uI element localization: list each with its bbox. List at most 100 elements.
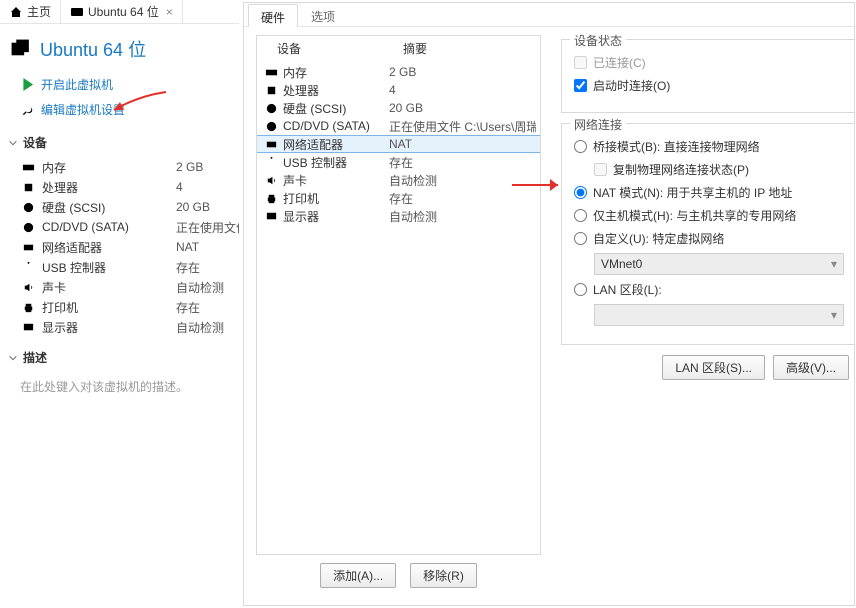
device-row[interactable]: CD/DVD (SATA) 正在使用文件 [0, 217, 239, 237]
bridged-radio[interactable] [574, 140, 587, 153]
advanced-button[interactable]: 高级(V)... [773, 355, 849, 380]
caret-down-icon [8, 353, 18, 363]
add-button[interactable]: 添加(A)... [320, 563, 396, 588]
custom-vmnet-combo: VMnet0 [594, 253, 844, 275]
hardware-row[interactable]: USB 控制器 存在 [257, 153, 540, 171]
hardware-summary: 4 [389, 83, 536, 97]
hardware-row[interactable]: CD/DVD (SATA) 正在使用文件 C:\Users\周瑞 [257, 117, 540, 135]
device-row[interactable]: 打印机 存在 [0, 297, 239, 317]
replicate-label: 复制物理网络连接状态(P) [613, 161, 749, 178]
right-buttons: LAN 区段(S)... 高级(V)... [561, 355, 855, 380]
mem-icon [265, 66, 278, 79]
dialog-tabs: 硬件 选项 [244, 3, 854, 27]
network-legend: 网络连接 [570, 116, 626, 133]
usb-icon [265, 156, 278, 169]
device-row[interactable]: 显示器 自动检测 [0, 317, 239, 337]
hardware-summary: 自动检测 [389, 172, 536, 189]
col-device: 设备 [277, 40, 403, 57]
device-row[interactable]: 声卡 自动检测 [0, 277, 239, 297]
hardware-name: 处理器 [279, 82, 389, 99]
hardware-name: 声卡 [279, 172, 389, 189]
hardware-panel: 设备 摘要 内存 2 GB 处理器 4 硬盘 (SCSI) 20 GB CD/D… [244, 27, 549, 569]
device-value: 正在使用文件 [176, 219, 239, 236]
bridged-row[interactable]: 桥接模式(B): 直接连接物理网络 [574, 138, 844, 155]
vm-settings-dialog: 硬件 选项 设备 摘要 内存 2 GB 处理器 4 硬盘 (SCSI) 20 G… [243, 2, 855, 606]
hardware-list-header: 设备 摘要 [257, 36, 540, 63]
device-status-legend: 设备状态 [570, 32, 626, 49]
hardware-row[interactable]: 内存 2 GB [257, 63, 540, 81]
vm-title: Ubuntu 64 位 [0, 24, 239, 72]
device-row[interactable]: USB 控制器 存在 [0, 257, 239, 277]
vm-icon [70, 5, 83, 18]
home-icon [9, 5, 22, 18]
net-icon [265, 138, 278, 151]
section-description[interactable]: 描述 [0, 337, 239, 372]
hardware-buttons: 添加(A)... 移除(R) [256, 563, 541, 588]
lan-segments-button[interactable]: LAN 区段(S)... [662, 355, 765, 380]
device-value: 20 GB [176, 200, 239, 214]
device-value: 自动检测 [176, 319, 239, 336]
lan-radio[interactable] [574, 283, 587, 296]
caret-down-icon [8, 138, 18, 148]
custom-radio[interactable] [574, 232, 587, 245]
remove-button[interactable]: 移除(R) [410, 563, 477, 588]
lan-combo-row [594, 304, 844, 326]
hardware-row[interactable]: 声卡 自动检测 [257, 171, 540, 189]
hardware-row[interactable]: 显示器 自动检测 [257, 207, 540, 225]
power-on-link[interactable]: 开启此虚拟机 [0, 72, 239, 97]
connected-row[interactable]: 已连接(C) [574, 54, 844, 71]
replicate-checkbox [594, 163, 607, 176]
nat-label: NAT 模式(N): 用于共享主机的 IP 地址 [593, 184, 792, 201]
hardware-name: 打印机 [279, 190, 389, 207]
hardware-summary: NAT [389, 137, 536, 151]
tab-vm[interactable]: Ubuntu 64 位 × [61, 0, 183, 24]
lan-segment-combo [594, 304, 844, 326]
tab-hardware[interactable]: 硬件 [248, 4, 298, 27]
cpu-icon [22, 181, 35, 194]
hostonly-row[interactable]: 仅主机模式(H): 与主机共享的专用网络 [574, 207, 844, 224]
connected-label: 已连接(C) [593, 54, 646, 71]
close-icon[interactable]: × [166, 5, 173, 19]
device-value: 存在 [176, 259, 239, 276]
hardware-name: 网络适配器 [279, 136, 389, 153]
device-properties: 设备状态 已连接(C) 启动时连接(O) 网络连接 桥接模式(B): 直接连接物… [549, 27, 856, 569]
description-placeholder[interactable]: 在此处键入对该虚拟机的描述。 [0, 372, 239, 395]
device-name: 硬盘 (SCSI) [36, 199, 176, 216]
device-value: NAT [176, 240, 239, 254]
hardware-row[interactable]: 处理器 4 [257, 81, 540, 99]
connect-poweron-checkbox[interactable] [574, 79, 587, 92]
hostonly-label: 仅主机模式(H): 与主机共享的专用网络 [593, 207, 796, 224]
hardware-name: CD/DVD (SATA) [279, 119, 389, 133]
vm-tabstrip: 主页 Ubuntu 64 位 × [0, 0, 239, 24]
device-row[interactable]: 内存 2 GB [0, 157, 239, 177]
custom-row[interactable]: 自定义(U): 特定虚拟网络 [574, 230, 844, 247]
nat-radio[interactable] [574, 186, 587, 199]
usb-icon [22, 261, 35, 274]
wrench-icon [22, 103, 35, 116]
hardware-summary: 自动检测 [389, 208, 536, 225]
play-icon [22, 78, 35, 91]
section-devices[interactable]: 设备 [0, 122, 239, 157]
connect-poweron-row[interactable]: 启动时连接(O) [574, 77, 844, 94]
nat-row[interactable]: NAT 模式(N): 用于共享主机的 IP 地址 [574, 184, 844, 201]
section-devices-label: 设备 [23, 134, 47, 151]
hardware-row[interactable]: 硬盘 (SCSI) 20 GB [257, 99, 540, 117]
net-icon [22, 241, 35, 254]
device-name: USB 控制器 [36, 259, 176, 276]
hardware-row[interactable]: 打印机 存在 [257, 189, 540, 207]
tab-home[interactable]: 主页 [0, 0, 61, 24]
device-row[interactable]: 硬盘 (SCSI) 20 GB [0, 197, 239, 217]
hardware-row[interactable]: 网络适配器 NAT [257, 135, 540, 153]
network-connection-group: 网络连接 桥接模式(B): 直接连接物理网络 复制物理网络连接状态(P) NAT… [561, 123, 855, 345]
tab-options[interactable]: 选项 [298, 3, 348, 26]
hostonly-radio[interactable] [574, 209, 587, 222]
device-name: CD/DVD (SATA) [36, 220, 176, 234]
device-row[interactable]: 网络适配器 NAT [0, 237, 239, 257]
edit-settings-link[interactable]: 编辑虚拟机设置 [0, 97, 239, 122]
replicate-row: 复制物理网络连接状态(P) [594, 161, 844, 178]
tab-vm-label: Ubuntu 64 位 [88, 3, 159, 20]
hardware-name: 硬盘 (SCSI) [279, 100, 389, 117]
device-row[interactable]: 处理器 4 [0, 177, 239, 197]
hardware-listbox: 设备 摘要 内存 2 GB 处理器 4 硬盘 (SCSI) 20 GB CD/D… [256, 35, 541, 555]
lan-row[interactable]: LAN 区段(L): [574, 281, 844, 298]
